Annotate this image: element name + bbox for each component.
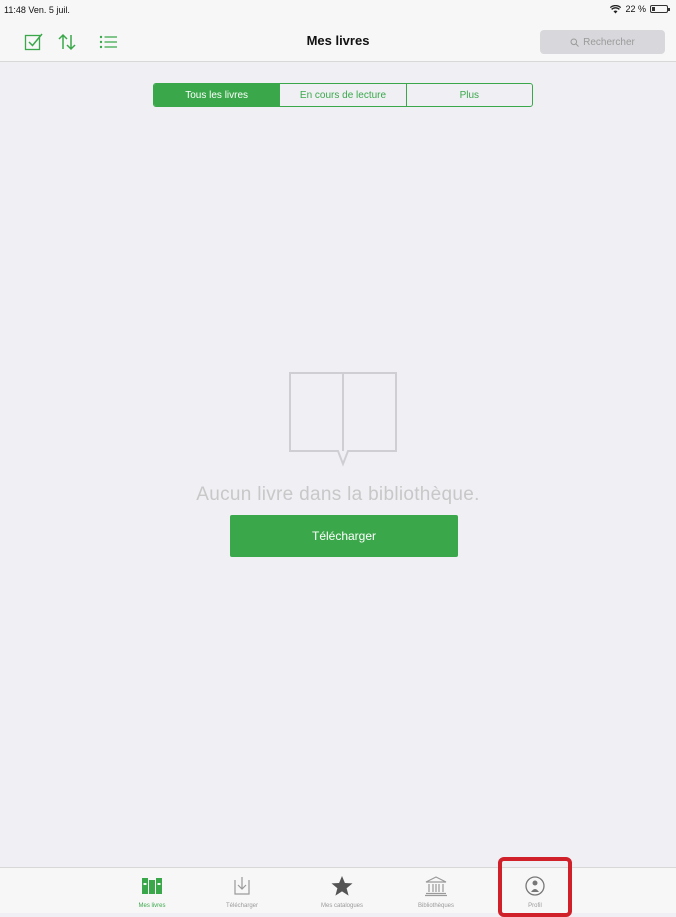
status-bar: 11:48 Ven. 5 juil. 22 % <box>0 0 676 20</box>
segment-all-books[interactable]: Tous les livres <box>154 84 280 106</box>
status-time-date: 11:48 Ven. 5 juil. <box>4 5 70 15</box>
battery-fill <box>652 7 655 11</box>
download-icon <box>234 877 250 895</box>
open-book-icon <box>289 372 397 467</box>
status-date: Ven. 5 juil. <box>28 5 70 15</box>
tab-label: Mes livres <box>138 903 166 909</box>
segment-currently-reading[interactable]: En cours de lecture <box>279 84 405 106</box>
tab-bar: Mes livres Télécharger Mes catalogues Bi… <box>0 867 676 913</box>
wifi-icon <box>610 4 622 13</box>
search-placeholder: Rechercher <box>583 36 635 48</box>
tab-label: Bibliothèques <box>417 903 455 909</box>
empty-library-message: Aucun livre dans la bibliothèque. <box>196 484 480 505</box>
download-button[interactable]: Télécharger <box>230 515 458 557</box>
books-icon <box>142 878 162 894</box>
search-icon <box>570 38 579 47</box>
status-time: 11:48 <box>4 5 26 15</box>
filter-segmented-control: Tous les livres En cours de lecture Plus <box>153 83 533 107</box>
segment-more[interactable]: Plus <box>405 84 532 106</box>
tab-label: Télécharger <box>225 903 258 909</box>
tab-my-books[interactable]: Mes livres <box>112 868 192 914</box>
tab-download[interactable]: Télécharger <box>202 868 282 914</box>
profile-tab-highlight <box>498 857 572 917</box>
battery-percent: 22 % <box>625 4 646 14</box>
search-input[interactable]: Rechercher <box>540 30 665 54</box>
star-icon <box>331 876 353 896</box>
tab-libraries[interactable]: Bibliothèques <box>396 868 476 914</box>
navigation-bar: Mes livres Rechercher <box>0 20 676 62</box>
library-building-icon <box>425 876 447 897</box>
status-indicators: 22 % <box>610 4 670 14</box>
battery-icon <box>650 5 670 13</box>
tab-label: Mes catalogues <box>320 903 364 909</box>
tab-my-catalogs[interactable]: Mes catalogues <box>302 868 382 914</box>
